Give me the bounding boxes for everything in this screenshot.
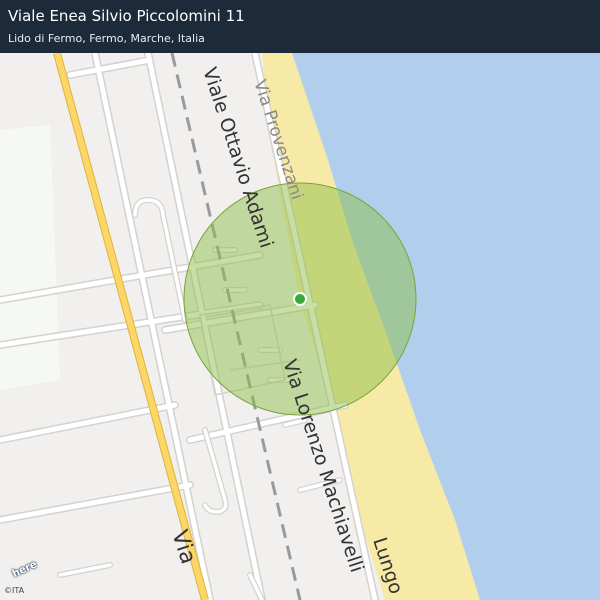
location-header: Viale Enea Silvio Piccolomini 11 Lido di…	[0, 0, 600, 53]
park-area	[0, 125, 60, 390]
location-subtitle: Lido di Fermo, Fermo, Marche, Italia	[8, 32, 205, 45]
location-marker-dot	[295, 294, 305, 304]
location-title: Viale Enea Silvio Piccolomini 11	[8, 7, 245, 25]
map-canvas[interactable]: Viale Ottavio Adami Via Provenzani Via L…	[0, 0, 600, 600]
copyright-text: ©ITA	[4, 586, 25, 595]
